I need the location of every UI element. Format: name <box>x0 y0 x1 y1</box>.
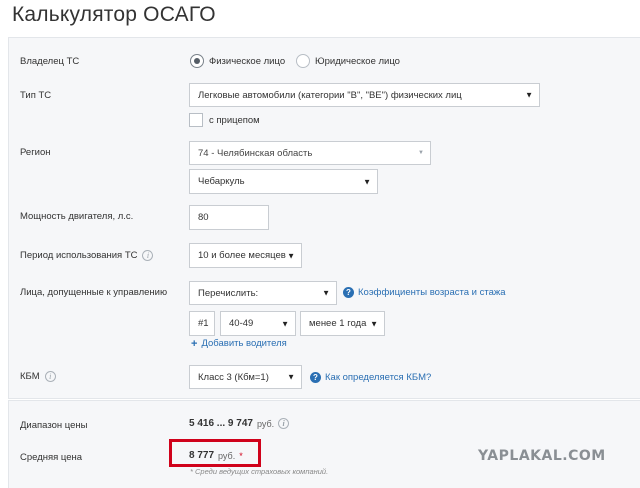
city-select[interactable]: Чебаркуль ▼ <box>189 169 378 194</box>
chevron-down-icon: ▼ <box>525 90 533 100</box>
info-icon[interactable]: i <box>142 250 154 261</box>
kbm-help-link-text: Как определяется КБМ? <box>325 372 432 383</box>
driver-experience-value: менее 1 года <box>309 318 367 329</box>
chevron-down-icon: ▼ <box>287 251 295 260</box>
vehicle-type-value: Легковые автомобили (категории "B", "BE"… <box>198 89 462 101</box>
driver-age-value: 40-49 <box>229 318 254 329</box>
price-range-label: Диапазон цены <box>20 420 87 431</box>
owner-radio-individual-label: Физическое лицо <box>209 55 286 67</box>
price-range-label-text: Диапазон цены <box>20 420 88 431</box>
vehicle-type-label: Тип ТС <box>20 90 51 101</box>
trailer-checkbox[interactable]: с прицепом <box>189 113 260 127</box>
add-driver-link[interactable]: + Добавить водителя <box>191 338 287 349</box>
kbm-value: Класс 3 (Кбм=1) <box>198 371 269 383</box>
info-icon[interactable]: i <box>44 371 56 382</box>
checkbox-icon <box>189 113 203 127</box>
kbm-help-link[interactable]: ? Как определяется КБМ? <box>310 372 431 383</box>
chevron-down-icon: ▼ <box>418 150 424 156</box>
usage-period-select[interactable]: 10 и более месяцев ▼ <box>189 243 302 268</box>
driver-number-field: #1 <box>189 311 215 336</box>
driver-experience-select[interactable]: менее 1 года ▼ <box>300 311 385 336</box>
vehicle-type-label-text: Тип ТС <box>20 90 52 101</box>
drivers-mode-select[interactable]: Перечислить: ▼ <box>189 281 337 305</box>
drivers-label: Лица, допущенные к управлению <box>20 287 167 298</box>
chevron-down-icon: ▼ <box>322 288 330 298</box>
region-select[interactable]: 74 - Челябинская область ▼ <box>189 141 431 165</box>
currency-label: руб. <box>256 418 275 429</box>
footnote-star: * <box>239 450 243 461</box>
watermark: YAPLAKAL.COM <box>478 448 606 464</box>
owner-label: Владелец ТС <box>20 56 79 67</box>
chevron-down-icon: ▼ <box>281 319 289 328</box>
engine-power-input[interactable]: 80 <box>189 205 269 230</box>
add-driver-link-text: Добавить водителя <box>201 338 287 349</box>
avg-price-label: Средняя цена <box>20 452 82 463</box>
price-footnote: * Среди ведущих страховых компаний. <box>190 467 329 476</box>
question-icon: ? <box>343 287 354 298</box>
engine-power-label: Мощность двигателя, л.с. <box>20 211 133 222</box>
radio-selected-icon <box>190 54 204 68</box>
price-range-value: 5 416 ... 9 747 руб. i <box>189 418 290 429</box>
age-experience-coefficients-link[interactable]: ? Коэффициенты возраста и стажа <box>343 287 506 298</box>
avg-price-number: 8 777 <box>189 450 215 461</box>
avg-price-label-text: Средняя цена <box>20 452 83 463</box>
region-value: 74 - Челябинская область <box>198 147 313 159</box>
drivers-mode-value: Перечислить: <box>198 287 259 299</box>
chevron-down-icon: ▼ <box>370 319 378 328</box>
owner-radio-individual[interactable]: Физическое лицо <box>190 54 285 68</box>
owner-label-text: Владелец ТС <box>20 56 80 67</box>
owner-radio-legal-label: Юридическое лицо <box>315 55 400 67</box>
engine-power-label-text: Мощность двигателя, л.с. <box>20 211 134 222</box>
vehicle-type-select[interactable]: Легковые автомобили (категории "B", "BE"… <box>189 83 540 107</box>
usage-period-label: Период использования ТС i <box>20 250 154 261</box>
price-range-number: 5 416 ... 9 747 <box>189 418 253 429</box>
info-icon[interactable]: i <box>278 418 290 429</box>
chevron-down-icon: ▼ <box>287 372 295 382</box>
owner-radio-legal[interactable]: Юридическое лицо <box>296 54 400 68</box>
usage-period-label-text: Период использования ТС <box>20 250 138 261</box>
age-experience-link-text: Коэффициенты возраста и стажа <box>358 287 506 298</box>
question-icon: ? <box>310 372 321 383</box>
driver-age-select[interactable]: 40-49 ▼ <box>220 311 296 336</box>
chevron-down-icon: ▼ <box>363 177 371 186</box>
usage-period-value: 10 и более месяцев <box>198 250 286 261</box>
page-title: Калькулятор ОСАГО <box>12 3 216 26</box>
avg-price-value: 8 777 руб. * <box>189 450 243 461</box>
region-label: Регион <box>20 147 51 158</box>
radio-unselected-icon <box>296 54 310 68</box>
plus-icon: + <box>191 337 198 350</box>
drivers-label-text: Лица, допущенные к управлению <box>20 287 168 298</box>
currency-label: руб. <box>218 450 236 461</box>
kbm-label: КБМ i <box>20 371 56 382</box>
region-label-text: Регион <box>20 147 51 158</box>
kbm-select[interactable]: Класс 3 (Кбм=1) ▼ <box>189 365 302 389</box>
kbm-label-text: КБМ <box>20 371 40 382</box>
city-value: Чебаркуль <box>198 176 245 187</box>
trailer-label: с прицепом <box>209 114 260 126</box>
